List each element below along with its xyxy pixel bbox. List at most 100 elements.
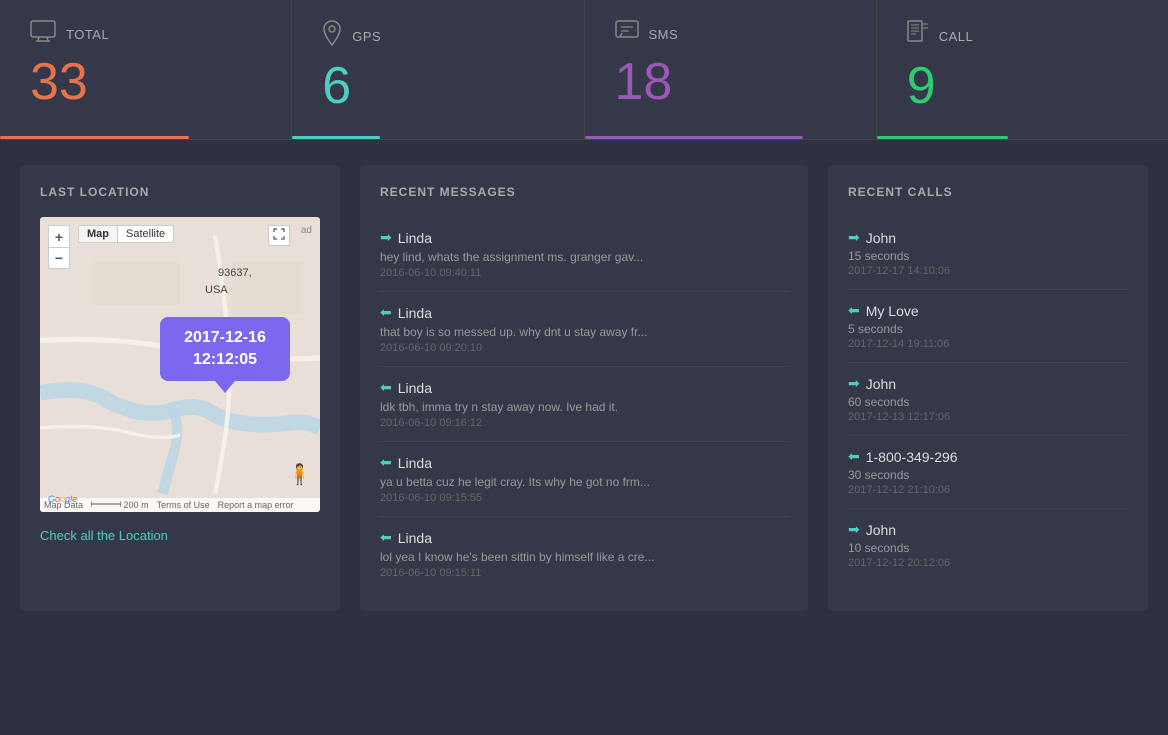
map-tab-satellite[interactable]: Satellite bbox=[118, 225, 174, 243]
incoming-arrow-icon: ⬅ bbox=[380, 454, 392, 471]
stat-label-gps: GPS bbox=[352, 29, 381, 44]
call-time: 2017-12-13 12:17:06 bbox=[848, 411, 1128, 423]
message-text: ldk tbh, imma try n stay away now. Ive h… bbox=[380, 400, 788, 414]
message-time: 2016-06-10 09:16:12 bbox=[380, 417, 788, 429]
map-type-tabs[interactable]: Map Satellite bbox=[78, 225, 174, 243]
contact-name: Linda bbox=[398, 530, 432, 546]
message-item[interactable]: ⬅ Linda ldk tbh, imma try n stay away no… bbox=[380, 367, 788, 442]
stat-card-total: Total 33 bbox=[0, 0, 292, 139]
map-popup-date: 2017-12-16 bbox=[180, 329, 270, 347]
message-item[interactable]: ⬅ Linda that boy is so messed up. why dn… bbox=[380, 292, 788, 367]
sms-icon bbox=[615, 20, 639, 48]
map-container: + − Map Satellite ad 93637, USA 2017-12 bbox=[40, 217, 320, 512]
stat-label-total: Total bbox=[66, 27, 109, 42]
call-contact: ➡ John bbox=[848, 375, 1128, 392]
map-address-country: USA bbox=[205, 284, 228, 296]
message-time: 2016-06-10 09:15:11 bbox=[380, 567, 788, 579]
message-item[interactable]: ⬅ Linda lol yea I know he's been sittin … bbox=[380, 517, 788, 591]
stat-progress-sms bbox=[585, 136, 803, 139]
message-time: 2016-06-10 09:15:55 bbox=[380, 492, 788, 504]
monitor-icon bbox=[30, 20, 56, 48]
stat-card-sms: SMS 18 bbox=[585, 0, 877, 139]
contact-name: Linda bbox=[398, 305, 432, 321]
message-text: lol yea I know he's been sittin by himse… bbox=[380, 550, 788, 564]
call-contact: ⬅ 1-800-349-296 bbox=[848, 448, 1128, 465]
call-time: 2017-12-14 19:11:06 bbox=[848, 338, 1128, 350]
map-expand-button[interactable] bbox=[268, 225, 290, 246]
stat-progress-total bbox=[0, 136, 189, 139]
call-contact: ➡ John bbox=[848, 229, 1128, 246]
call-name: My Love bbox=[866, 303, 919, 319]
call-name: John bbox=[866, 522, 896, 538]
message-contact: ➡ Linda bbox=[380, 229, 788, 246]
incoming-arrow-icon: ⬅ bbox=[380, 379, 392, 396]
call-item[interactable]: ⬅ My Love 5 seconds 2017-12-14 19:11:06 bbox=[848, 290, 1128, 363]
message-contact: ⬅ Linda bbox=[380, 379, 788, 396]
call-time: 2017-12-12 21:10:06 bbox=[848, 484, 1128, 496]
call-time: 2017-12-12 20:12:06 bbox=[848, 557, 1128, 569]
call-contact: ➡ John bbox=[848, 521, 1128, 538]
messages-panel: RECENT MESSAGES ➡ Linda hey lind, whats … bbox=[360, 165, 808, 611]
incoming-call-icon: ⬅ bbox=[848, 302, 860, 319]
message-time: 2016-06-10 09:40:11 bbox=[380, 267, 788, 279]
map-footer-bar: Map Data 200 m Terms of Use Report a map… bbox=[40, 498, 320, 512]
map-section-title: LAST LOCATION bbox=[40, 185, 320, 199]
call-duration: 60 seconds bbox=[848, 395, 1128, 409]
map-zoom-controls[interactable]: + − bbox=[48, 225, 70, 269]
stat-card-gps: GPS 6 bbox=[292, 0, 584, 139]
map-terms-link[interactable]: Terms of Use bbox=[157, 500, 210, 510]
outgoing-call-icon: ➡ bbox=[848, 521, 860, 538]
map-scale-label: 200 m bbox=[91, 500, 149, 510]
call-item[interactable]: ➡ John 15 seconds 2017-12-17 14:10:06 bbox=[848, 217, 1128, 290]
call-item[interactable]: ➡ John 10 seconds 2017-12-12 20:12:06 bbox=[848, 509, 1128, 581]
stat-value-gps: 6 bbox=[322, 60, 553, 112]
message-item[interactable]: ⬅ Linda ya u betta cuz he legit cray. It… bbox=[380, 442, 788, 517]
stat-card-call: Call 9 bbox=[877, 0, 1168, 139]
incoming-arrow-icon: ⬅ bbox=[380, 529, 392, 546]
stat-value-total: 33 bbox=[30, 56, 261, 108]
message-contact: ⬅ Linda bbox=[380, 454, 788, 471]
contact-name: Linda bbox=[398, 455, 432, 471]
stat-value-call: 9 bbox=[907, 60, 1138, 112]
map-ad-label: ad bbox=[301, 225, 312, 236]
message-text: that boy is so messed up. why dnt u stay… bbox=[380, 325, 788, 339]
map-tab-map[interactable]: Map bbox=[78, 225, 118, 243]
message-time: 2016-06-10 09:20:10 bbox=[380, 342, 788, 354]
message-text: hey lind, whats the assignment ms. grang… bbox=[380, 250, 788, 264]
call-item[interactable]: ➡ John 60 seconds 2017-12-13 12:17:06 bbox=[848, 363, 1128, 436]
content-area: LAST LOCATION + − bbox=[0, 145, 1168, 631]
contact-name: Linda bbox=[398, 230, 432, 246]
map-report-link[interactable]: Report a map error bbox=[218, 500, 294, 510]
gps-icon bbox=[322, 20, 342, 52]
check-location-link[interactable]: Check all the Location bbox=[40, 528, 168, 543]
stats-bar: Total 33 GPS 6 bbox=[0, 0, 1168, 140]
call-duration: 5 seconds bbox=[848, 322, 1128, 336]
message-text: ya u betta cuz he legit cray. Its why he… bbox=[380, 475, 788, 489]
zoom-in-button[interactable]: + bbox=[48, 225, 70, 247]
stat-label-sms: SMS bbox=[649, 27, 679, 42]
google-logo: Google bbox=[48, 494, 77, 504]
map-popup-time: 12:12:05 bbox=[180, 351, 270, 369]
stat-progress-call bbox=[877, 136, 1008, 139]
message-item[interactable]: ➡ Linda hey lind, whats the assignment m… bbox=[380, 217, 788, 292]
call-item[interactable]: ⬅ 1-800-349-296 30 seconds 2017-12-12 21… bbox=[848, 436, 1128, 509]
pegman-icon[interactable]: 🧍 bbox=[287, 462, 312, 487]
incoming-call-icon: ⬅ bbox=[848, 448, 860, 465]
calls-panel: RECENT CALLS ➡ John 15 seconds 2017-12-1… bbox=[828, 165, 1148, 611]
zoom-out-button[interactable]: − bbox=[48, 247, 70, 269]
messages-list: ➡ Linda hey lind, whats the assignment m… bbox=[380, 217, 788, 591]
messages-section-title: RECENT MESSAGES bbox=[380, 185, 788, 199]
stat-label-call: Call bbox=[939, 29, 974, 44]
map-panel: LAST LOCATION + − bbox=[20, 165, 340, 611]
stat-value-sms: 18 bbox=[615, 56, 846, 108]
outgoing-call-icon: ➡ bbox=[848, 229, 860, 246]
outgoing-call-icon: ➡ bbox=[848, 375, 860, 392]
call-name: John bbox=[866, 376, 896, 392]
contact-name: Linda bbox=[398, 380, 432, 396]
call-contact: ⬅ My Love bbox=[848, 302, 1128, 319]
call-time: 2017-12-17 14:10:06 bbox=[848, 265, 1128, 277]
call-name: John bbox=[866, 230, 896, 246]
outgoing-arrow-icon: ➡ bbox=[380, 229, 392, 246]
call-duration: 10 seconds bbox=[848, 541, 1128, 555]
message-contact: ⬅ Linda bbox=[380, 304, 788, 321]
